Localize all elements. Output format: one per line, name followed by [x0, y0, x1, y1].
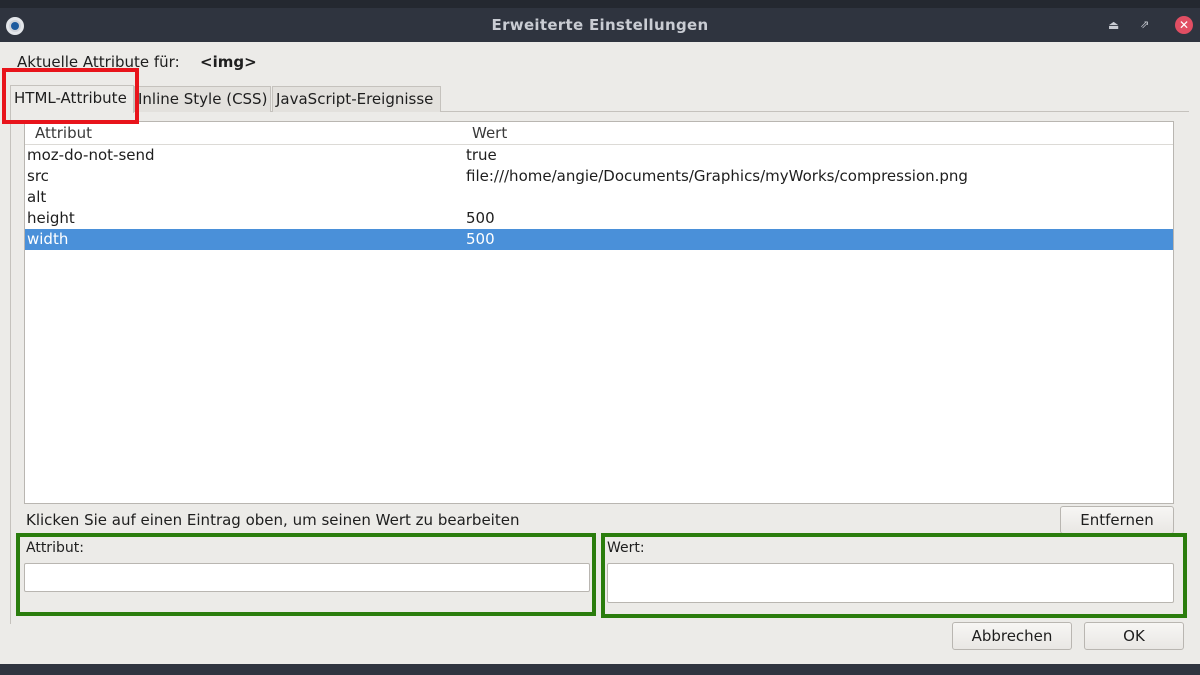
attribute-cell: moz-do-not-send	[27, 146, 155, 164]
value-cell: 500	[466, 230, 495, 248]
table-row[interactable]: src file:///home/angie/Documents/Graphic…	[25, 166, 1173, 187]
table-row[interactable]: height 500	[25, 208, 1173, 229]
shade-icon[interactable]: ⏏	[1108, 16, 1119, 34]
tab-html-attributes[interactable]: HTML-Attribute	[10, 85, 134, 113]
close-icon[interactable]: ✕	[1175, 16, 1193, 34]
tab-label: HTML-Attribute	[14, 89, 127, 107]
edit-hint: Klicken Sie auf einen Eintrag oben, um s…	[26, 511, 520, 529]
remove-button[interactable]: Entfernen	[1060, 506, 1174, 534]
attribute-field-label: Attribut:	[26, 540, 84, 556]
current-attributes-label: Aktuelle Attribute für:	[17, 53, 180, 71]
title-bar: Erweiterte Einstellungen ⏏ ⇗ ✕	[0, 0, 1200, 42]
tab-label: Inline Style (CSS)	[138, 90, 268, 108]
current-element-tag: <img>	[200, 53, 257, 71]
tab-inline-style[interactable]: Inline Style (CSS)	[134, 86, 271, 112]
tab-label: JavaScript-Ereignisse	[276, 90, 434, 108]
table-header: Attribut Wert	[25, 122, 1173, 145]
window-title: Erweiterte Einstellungen	[491, 16, 709, 34]
value-cell: 500	[466, 209, 495, 227]
attribute-input[interactable]	[24, 563, 590, 592]
attributes-table[interactable]: Attribut Wert moz-do-not-send true src f…	[24, 121, 1174, 504]
attribute-cell: width	[27, 230, 69, 248]
attribute-cell: height	[27, 209, 75, 227]
tab-javascript-events[interactable]: JavaScript-Ereignisse	[272, 86, 441, 112]
cancel-button[interactable]: Abbrechen	[952, 622, 1072, 650]
attribute-cell: src	[27, 167, 49, 185]
value-cell: file:///home/angie/Documents/Graphics/my…	[466, 167, 968, 185]
table-row[interactable]: moz-do-not-send true	[25, 145, 1173, 166]
bottom-border	[0, 664, 1200, 675]
value-cell: true	[466, 146, 497, 164]
attribute-cell: alt	[27, 188, 47, 206]
ok-button[interactable]: OK	[1084, 622, 1184, 650]
column-header-value[interactable]: Wert	[472, 124, 507, 142]
table-row[interactable]: alt	[25, 187, 1173, 208]
column-header-attribute[interactable]: Attribut	[35, 124, 92, 142]
restore-icon[interactable]: ⇗	[1140, 16, 1149, 34]
value-field-label: Wert:	[607, 540, 645, 556]
value-input[interactable]	[607, 563, 1174, 603]
table-row-selected[interactable]: width 500	[25, 229, 1173, 250]
